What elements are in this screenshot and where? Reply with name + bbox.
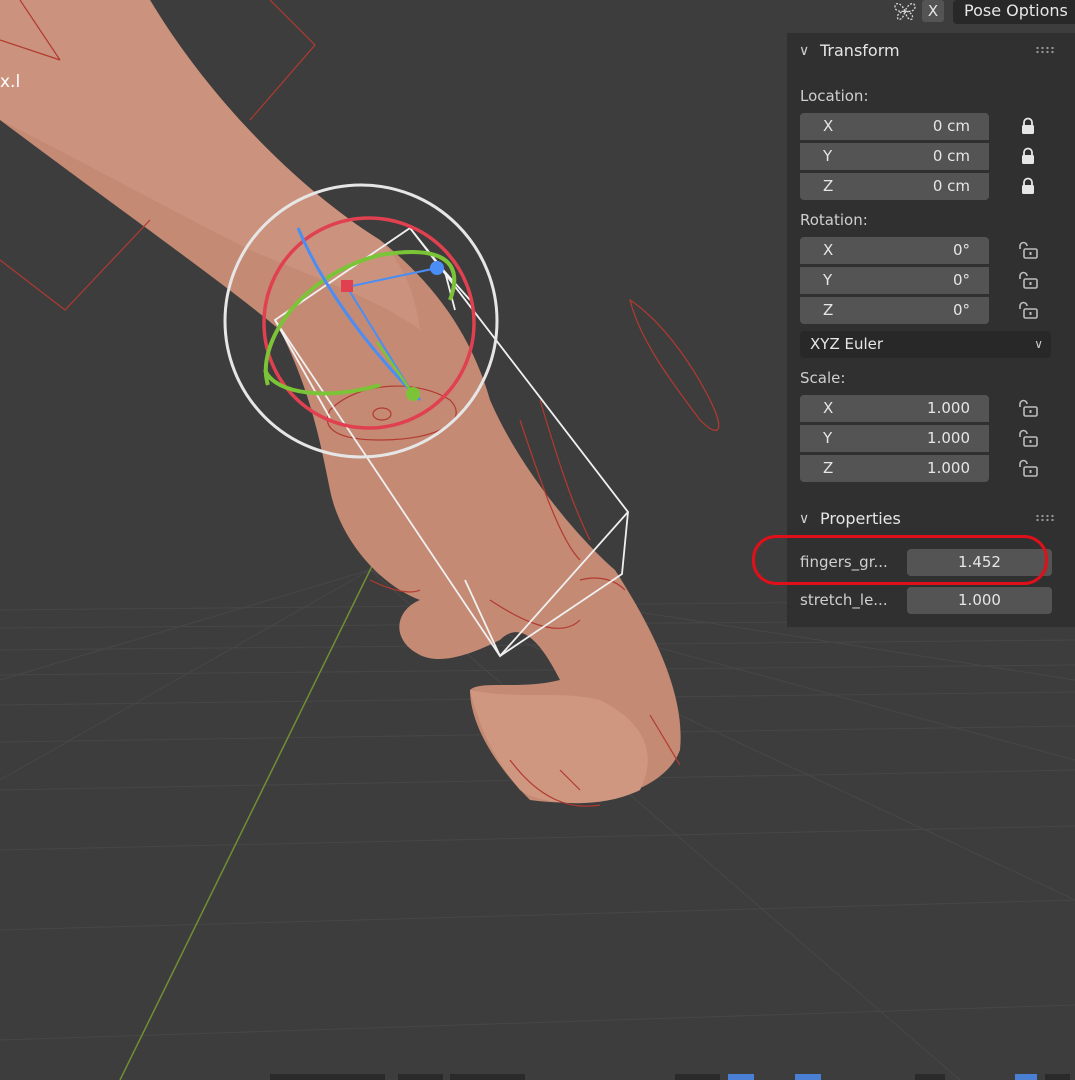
axis-label: X	[823, 117, 834, 135]
bottom-toolbar-edge	[270, 1074, 1070, 1080]
lock-open-icon[interactable]	[1017, 241, 1039, 259]
rotation-mode-value: XYZ Euler	[810, 335, 884, 353]
gizmo-x-handle[interactable]	[341, 280, 353, 292]
axis-label: Y	[823, 147, 833, 165]
mirror-x-toggle[interactable]: X	[922, 0, 944, 22]
lock-open-icon[interactable]	[1017, 429, 1039, 447]
drag-grip-icon[interactable]	[1035, 514, 1055, 522]
scale-y-field[interactable]: Y 1.000	[800, 425, 989, 452]
field-value: 0°	[952, 301, 970, 319]
active-bone-name: x.l	[0, 72, 21, 92]
location-label: Location:	[800, 87, 869, 105]
drag-grip-icon[interactable]	[1035, 46, 1055, 54]
location-x-field[interactable]: X 0 cm	[800, 113, 989, 140]
transform-section-header[interactable]: ∨ Transform	[787, 34, 1075, 68]
field-value: 0°	[952, 241, 970, 259]
pose-options-dropdown[interactable]: Pose Options	[953, 0, 1075, 24]
chevron-down-icon: ∨	[799, 43, 810, 59]
location-z-field[interactable]: Z 0 cm	[800, 173, 989, 200]
rotation-x-field[interactable]: X 0°	[800, 237, 989, 264]
field-value: 1.000	[927, 399, 970, 417]
rotation-y-field[interactable]: Y 0°	[800, 267, 989, 294]
axis-label: Z	[823, 177, 834, 195]
chevron-down-icon: ∨	[1034, 337, 1043, 351]
properties-title: Properties	[820, 509, 901, 528]
scale-x-field[interactable]: X 1.000	[800, 395, 989, 422]
scale-z-field[interactable]: Z 1.000	[800, 455, 989, 482]
lock-closed-icon[interactable]	[1019, 177, 1037, 195]
axis-label: Z	[823, 459, 834, 477]
rotation-label: Rotation:	[800, 211, 868, 229]
axis-label: X	[823, 241, 834, 259]
field-value: 0 cm	[932, 177, 970, 195]
field-value: 1.000	[927, 429, 970, 447]
rotation-mode-dropdown[interactable]: XYZ Euler ∨	[800, 331, 1051, 358]
gizmo-y-handle[interactable]	[406, 387, 420, 401]
axis-label: X	[823, 399, 834, 417]
field-value: 1.000	[927, 459, 970, 477]
axis-label: Y	[823, 429, 833, 447]
lock-open-icon[interactable]	[1017, 301, 1039, 319]
lock-closed-icon[interactable]	[1019, 147, 1037, 165]
lock-open-icon[interactable]	[1017, 459, 1039, 477]
axis-label: Y	[823, 271, 833, 289]
rotation-z-field[interactable]: Z 0°	[800, 297, 989, 324]
location-y-field[interactable]: Y 0 cm	[800, 143, 989, 170]
annotation-highlight-circle	[752, 535, 1048, 585]
chevron-down-icon: ∨	[799, 511, 810, 527]
property-label: stretch_le...	[800, 591, 888, 609]
stretch-length-field[interactable]: 1.000	[907, 587, 1052, 614]
axis-label: Z	[823, 301, 834, 319]
field-value: 0 cm	[932, 147, 970, 165]
lock-closed-icon[interactable]	[1019, 117, 1037, 135]
transform-title: Transform	[820, 41, 900, 60]
gizmo-z-handle[interactable]	[430, 261, 444, 275]
scale-label: Scale:	[800, 369, 846, 387]
lock-open-icon[interactable]	[1017, 399, 1039, 417]
field-value: 0 cm	[932, 117, 970, 135]
butterfly-symmetry-icon[interactable]	[890, 0, 920, 22]
properties-section-header[interactable]: ∨ Properties	[787, 502, 1075, 536]
field-value: 0°	[952, 271, 970, 289]
lock-open-icon[interactable]	[1017, 271, 1039, 289]
